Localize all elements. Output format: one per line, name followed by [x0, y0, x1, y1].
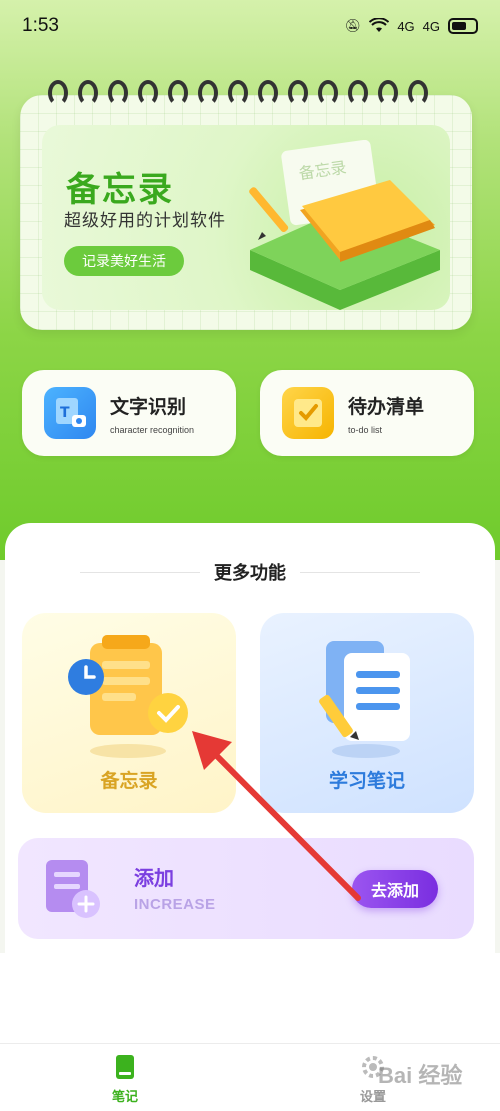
notebook-rings	[48, 80, 428, 106]
mute-icon: 🔕︎	[344, 18, 362, 33]
quick-card-title: 待办清单	[348, 395, 425, 418]
notebook-illustration-icon: 备忘录	[249, 140, 440, 310]
ring	[138, 80, 158, 106]
baidu-watermark: Bai 经验	[378, 1063, 463, 1088]
text-recognition-icon: T	[44, 387, 96, 439]
hero-record-button[interactable]: 记录美好生活	[64, 246, 184, 276]
status-time: 1:53	[22, 15, 59, 36]
divider-line	[80, 571, 200, 573]
hero-subtitle: 超级好用的计划软件	[64, 211, 226, 231]
todo-icon	[282, 387, 334, 439]
ring	[318, 80, 338, 106]
text-recognition-card[interactable]: T 文字识别 character recognition	[22, 370, 236, 456]
add-note-icon	[46, 860, 100, 918]
ring	[168, 80, 188, 106]
ring	[288, 80, 308, 106]
memo-feature-card[interactable]: 备忘录	[22, 613, 236, 813]
ring	[348, 80, 368, 106]
ring	[378, 80, 398, 106]
study-notes-icon	[319, 641, 410, 758]
ring	[48, 80, 68, 106]
add-feature-card[interactable]: 添加 INCREASE 去添加	[18, 838, 474, 939]
ring	[78, 80, 98, 106]
quick-card-title: 文字识别	[110, 395, 187, 418]
add-subtitle: INCREASE	[134, 896, 216, 913]
hero-title: 备忘录	[66, 170, 174, 210]
svg-text:T: T	[60, 405, 70, 421]
add-title: 添加	[134, 866, 174, 890]
tab-notes-label: 笔记	[111, 1090, 138, 1105]
wifi-icon	[369, 18, 390, 32]
ring	[258, 80, 278, 106]
study-notes-feature-card[interactable]: 学习笔记	[260, 613, 474, 813]
notebook-tab-icon	[116, 1055, 134, 1079]
quick-card-subtitle: to-do list	[348, 424, 383, 435]
study-notes-feature-label: 学习笔记	[328, 770, 405, 792]
memo-feature-label: 备忘录	[100, 770, 158, 792]
status-icons: 🔕︎ 4G 4G	[345, 18, 478, 34]
todo-list-card[interactable]: 待办清单 to-do list	[260, 370, 474, 456]
text-recognition-text: 文字识别 character recognition	[110, 392, 194, 435]
ring	[228, 80, 248, 106]
ring	[108, 80, 128, 106]
signal-icon-2: 4G	[422, 18, 440, 34]
go-add-button[interactable]: 去添加	[352, 870, 438, 908]
section-title: 更多功能	[214, 563, 286, 584]
section-header: 更多功能	[80, 560, 420, 584]
battery-icon	[448, 18, 478, 34]
status-bar: 1:53 🔕︎ 4G 4G	[0, 0, 500, 52]
memo-clipboard-icon	[68, 635, 188, 758]
tab-notes[interactable]: 笔记	[85, 1054, 165, 1105]
quick-card-subtitle: character recognition	[110, 424, 195, 435]
signal-icon-1: 4G	[397, 18, 415, 34]
todo-list-text: 待办清单 to-do list	[348, 392, 424, 435]
ring	[408, 80, 428, 106]
ring	[198, 80, 218, 106]
divider-line	[300, 571, 420, 573]
